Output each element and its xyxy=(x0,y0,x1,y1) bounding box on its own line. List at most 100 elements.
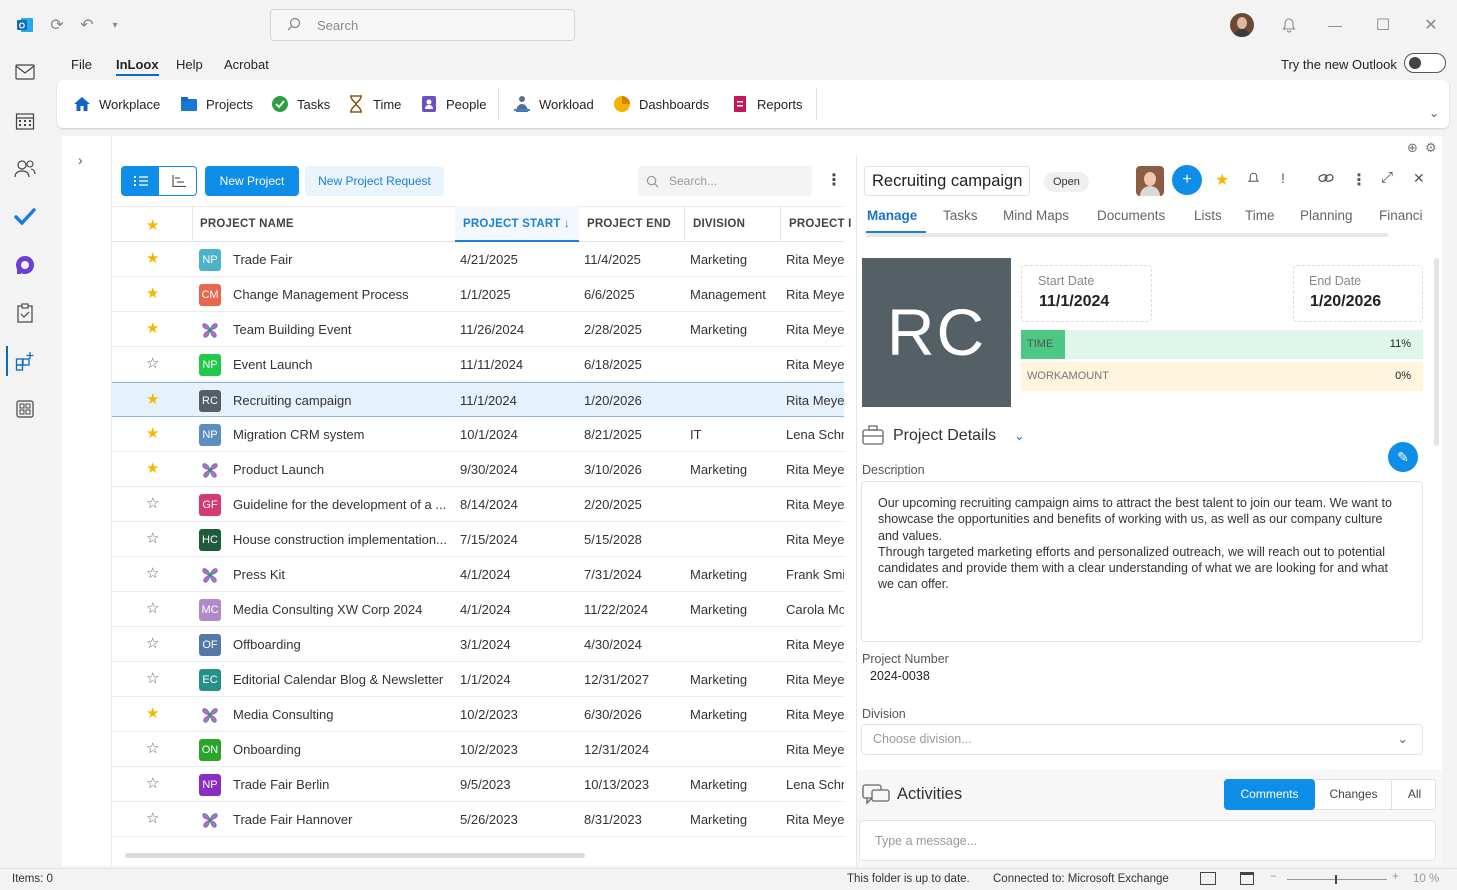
minimize-icon[interactable]: — xyxy=(1324,14,1346,36)
more-apps-icon[interactable] xyxy=(12,396,38,422)
table-row[interactable]: ☆ Trade Fair Hannover 5/26/2023 8/31/2023 Ma… xyxy=(112,802,844,837)
horizontal-scrollbar[interactable] xyxy=(125,853,585,858)
detail-more-icon[interactable]: ⋮ xyxy=(1351,170,1367,190)
priority-icon[interactable]: ! xyxy=(1281,170,1285,186)
message-input[interactable]: Type a message... xyxy=(859,820,1436,861)
favorite-star-icon[interactable]: ★ xyxy=(146,321,159,337)
menu-acrobat[interactable]: Acrobat xyxy=(224,57,269,72)
tab-time[interactable]: Time xyxy=(1245,208,1275,223)
tabs-scrollbar[interactable] xyxy=(866,233,1388,237)
table-row[interactable]: ★ RC Recruiting campaign 11/1/2024 1/20/2026… xyxy=(112,382,844,417)
favorite-star-outline-icon[interactable]: ☆ xyxy=(146,671,159,687)
zoom-out-icon[interactable]: − xyxy=(1270,871,1277,883)
favorite-star-icon[interactable]: ★ xyxy=(146,426,159,442)
more-options-icon[interactable]: ⋮ xyxy=(826,170,842,190)
menu-file[interactable]: File xyxy=(71,57,92,72)
reading-view-icon[interactable] xyxy=(1240,872,1254,885)
ribbon-tasks[interactable]: Tasks xyxy=(271,94,330,114)
ribbon-time[interactable]: Time xyxy=(347,94,401,114)
favorite-star-outline-icon[interactable]: ☆ xyxy=(146,496,159,512)
new-project-request-button[interactable]: New Project Request xyxy=(305,166,444,196)
zoom-slider[interactable] xyxy=(1287,875,1387,884)
favorite-star-outline-icon[interactable]: ☆ xyxy=(146,566,159,582)
new-project-button[interactable]: New Project xyxy=(205,166,299,196)
tab-mind-maps[interactable]: Mind Maps xyxy=(1003,208,1069,223)
calendar-icon[interactable] xyxy=(12,108,38,134)
close-detail-icon[interactable]: ✕ xyxy=(1413,170,1425,187)
table-row[interactable]: ★ CM Change Management Process 1/1/2025 6/6/… xyxy=(112,277,844,312)
favorite-star-icon[interactable]: ★ xyxy=(1215,170,1229,190)
favorite-star-outline-icon[interactable]: ☆ xyxy=(146,356,159,372)
close-window-icon[interactable]: ✕ xyxy=(1420,14,1442,36)
ribbon-people[interactable]: People xyxy=(420,94,486,114)
col-project-name[interactable]: PROJECT NAME xyxy=(200,206,294,242)
edit-magic-icon[interactable]: ✎ xyxy=(1388,442,1418,472)
ribbon-reports[interactable]: Reports xyxy=(731,94,803,114)
favorite-star-outline-icon[interactable]: ☆ xyxy=(146,601,159,617)
comments-tab[interactable]: Comments xyxy=(1224,779,1315,810)
todo-check-icon[interactable] xyxy=(12,204,38,230)
user-avatar[interactable] xyxy=(1230,13,1254,37)
table-row[interactable]: ★ Product Launch 9/30/2024 3/10/2026 Marketi… xyxy=(112,452,844,487)
menu-inloox[interactable]: InLoox xyxy=(116,57,159,76)
project-details-heading[interactable]: Project Details xyxy=(893,427,996,445)
normal-view-icon[interactable] xyxy=(1200,872,1216,885)
favorite-header-star-icon[interactable]: ★ xyxy=(146,216,159,234)
tab-tasks[interactable]: Tasks xyxy=(943,208,978,223)
ribbon-workload[interactable]: Workload xyxy=(513,94,594,114)
table-row[interactable]: ☆ NP Trade Fair Berlin 9/5/2023 10/13/2023 Ma… xyxy=(112,767,844,802)
table-row[interactable]: ★ Team Building Event 11/26/2024 2/28/2025 M… xyxy=(112,312,844,347)
project-manager-avatar[interactable] xyxy=(1136,166,1164,196)
table-row[interactable]: ☆ NP Event Launch 11/11/2024 6/18/2025 Rita M… xyxy=(112,347,844,382)
col-project-start[interactable]: PROJECT START ↓ xyxy=(463,206,570,242)
favorite-star-icon[interactable]: ★ xyxy=(146,706,159,722)
detail-scrollbar[interactable] xyxy=(1434,258,1439,446)
favorite-star-outline-icon[interactable]: ☆ xyxy=(146,531,159,547)
favorite-star-outline-icon[interactable]: ☆ xyxy=(146,776,159,792)
favorite-star-icon[interactable]: ★ xyxy=(146,392,159,408)
gantt-view-icon[interactable] xyxy=(160,167,197,195)
project-initials-tile[interactable]: RC xyxy=(862,258,1011,407)
menu-help[interactable]: Help xyxy=(176,57,203,72)
description-textarea[interactable]: Our upcoming recruiting campaign aims to… xyxy=(861,481,1423,642)
table-row[interactable]: ☆ HC House construction implementation... 7… xyxy=(112,522,844,557)
col-project-manager[interactable]: PROJECT I xyxy=(789,206,852,242)
ribbon-workplace[interactable]: Workplace xyxy=(73,94,160,114)
list-view-icon[interactable] xyxy=(122,167,159,195)
project-title[interactable]: Recruiting campaign xyxy=(864,166,1031,196)
tab-documents[interactable]: Documents xyxy=(1097,208,1165,223)
copilot-icon[interactable] xyxy=(12,252,38,278)
expand-icon[interactable]: ⤢ xyxy=(1381,169,1393,186)
bell-icon[interactable] xyxy=(1278,14,1300,36)
table-row[interactable]: ☆ ON Onboarding 10/2/2023 12/31/2024 Rita Mey… xyxy=(112,732,844,767)
tasks-clipboard-icon[interactable] xyxy=(12,300,38,326)
settings-gear-icon[interactable]: ⚙ xyxy=(1425,140,1437,156)
table-row[interactable]: ★ Media Consulting 10/2/2023 6/30/2026 Marke… xyxy=(112,697,844,732)
division-select[interactable]: Choose division... ⌄ xyxy=(861,724,1423,755)
ribbon-collapse-chevron-icon[interactable]: ⌄ xyxy=(1429,106,1439,120)
globe-icon[interactable]: ⊕ xyxy=(1407,140,1418,156)
favorite-star-outline-icon[interactable]: ☆ xyxy=(146,811,159,827)
inloox-apps-icon[interactable] xyxy=(12,348,38,374)
people-icon[interactable] xyxy=(12,156,38,182)
col-division[interactable]: DIVISION xyxy=(693,206,745,242)
favorite-star-icon[interactable]: ★ xyxy=(146,461,159,477)
favorite-star-outline-icon[interactable]: ☆ xyxy=(146,636,159,652)
search-box[interactable]: Search xyxy=(270,9,575,41)
table-row[interactable]: ☆ GF Guideline for the development of a ..… xyxy=(112,487,844,522)
tab-planning[interactable]: Planning xyxy=(1300,208,1353,223)
tab-financi[interactable]: Financi xyxy=(1379,208,1431,223)
expand-nav-chevron-icon[interactable]: › xyxy=(78,152,83,168)
undo-icon[interactable]: ↶ xyxy=(76,14,98,36)
customize-dropdown-icon[interactable]: ▾ xyxy=(104,14,126,36)
new-outlook-toggle[interactable] xyxy=(1404,53,1446,73)
ribbon-projects[interactable]: Projects xyxy=(180,94,253,114)
link-icon[interactable] xyxy=(1318,172,1334,187)
project-search-input[interactable]: Search... xyxy=(638,166,812,196)
table-row[interactable]: ☆ OF Offboarding 3/1/2024 4/30/2024 Rita Meye… xyxy=(112,627,844,662)
table-row[interactable]: ☆ Press Kit 4/1/2024 7/31/2024 Marketing Fran… xyxy=(112,557,844,592)
maximize-icon[interactable]: ☐ xyxy=(1372,14,1394,36)
end-date-field[interactable]: End Date 1/20/2026 xyxy=(1293,265,1423,322)
project-details-chevron-icon[interactable]: ⌄ xyxy=(1014,428,1025,444)
tab-manage[interactable]: Manage xyxy=(867,208,917,223)
